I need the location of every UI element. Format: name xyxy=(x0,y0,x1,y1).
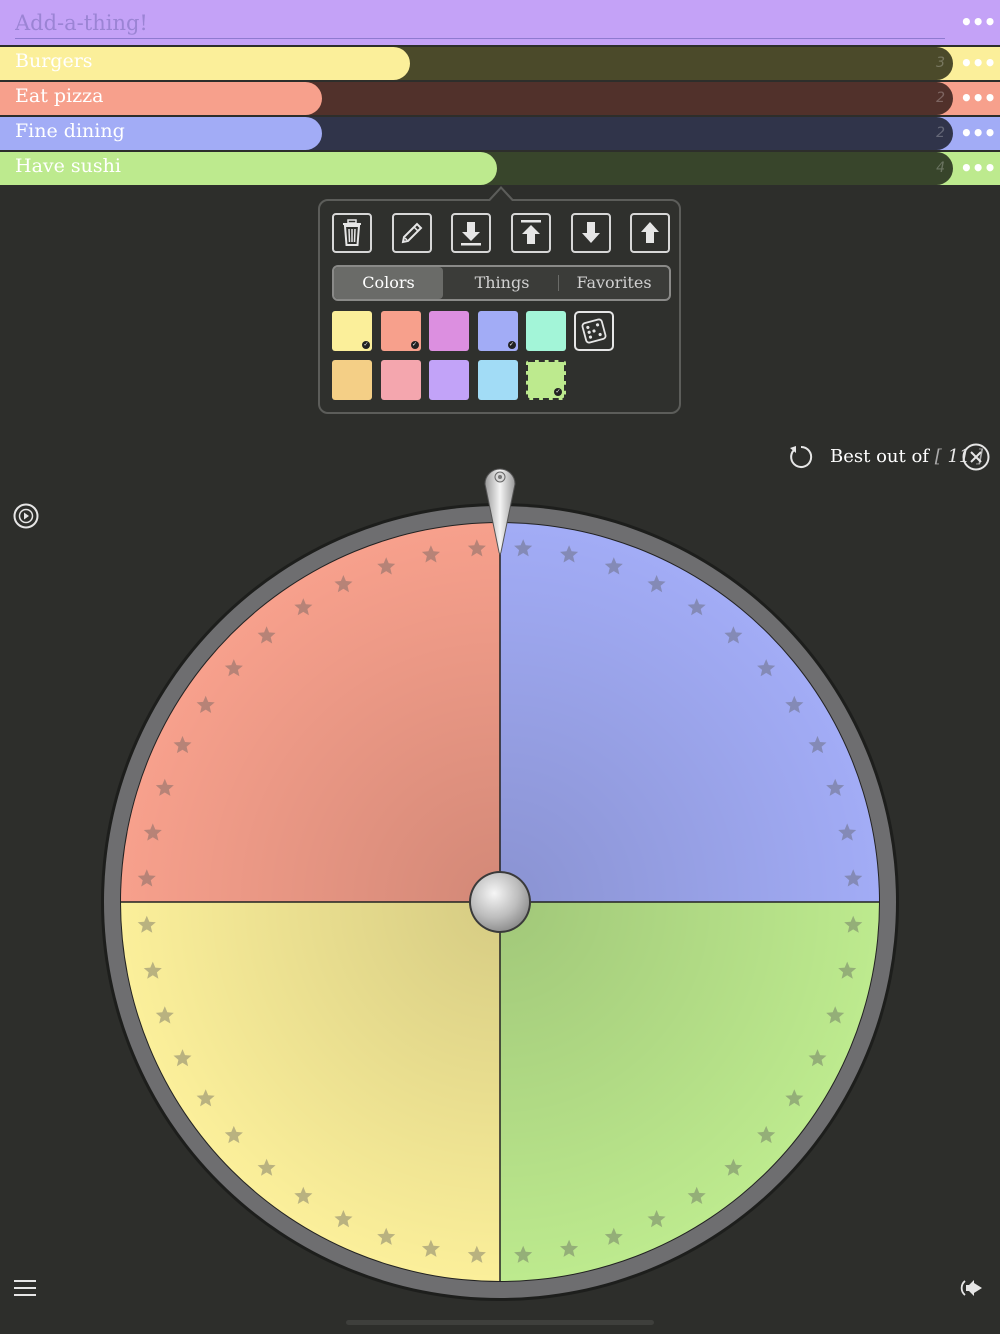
popover-arrow-inner xyxy=(490,189,512,201)
thing-label: Fine dining xyxy=(15,120,125,142)
trash-icon xyxy=(343,219,361,246)
add-thing-bar: ••• xyxy=(0,0,1000,45)
move-to-top-icon xyxy=(521,220,541,244)
thing-row[interactable]: Have sushi 4 ••• xyxy=(0,152,1000,185)
color-swatch[interactable]: ✓ xyxy=(332,311,372,351)
random-color-button[interactable] xyxy=(574,311,614,351)
more-options-icon[interactable]: ••• xyxy=(960,12,996,32)
thing-more-icon[interactable]: ••• xyxy=(960,88,996,108)
check-icon: ✓ xyxy=(410,341,419,349)
thing-more-icon[interactable]: ••• xyxy=(960,123,996,143)
tab-things[interactable]: Things xyxy=(446,267,558,299)
dice-icon xyxy=(581,318,607,344)
thing-row[interactable]: Fine dining 2 ••• xyxy=(0,117,1000,150)
move-to-bottom-button[interactable] xyxy=(451,213,491,253)
color-swatch[interactable] xyxy=(332,360,372,400)
color-swatch[interactable]: ✓ xyxy=(526,360,566,400)
thing-count: 4 xyxy=(936,160,945,176)
sound-icon[interactable] xyxy=(958,1274,990,1302)
check-icon: ✓ xyxy=(362,341,370,349)
thing-count: 2 xyxy=(936,125,945,141)
move-up-button[interactable] xyxy=(630,213,670,253)
tab-favorites[interactable]: Favorites xyxy=(559,267,669,299)
tab-colors[interactable]: Colors xyxy=(334,267,443,299)
thing-count: 3 xyxy=(936,55,945,71)
spin-wheel[interactable] xyxy=(100,460,900,1310)
thing-label: Eat pizza xyxy=(15,85,104,107)
color-swatch[interactable] xyxy=(429,360,469,400)
color-swatch[interactable] xyxy=(526,311,566,351)
move-up-icon xyxy=(641,222,659,243)
edit-popover: Colors Things Favorites ✓ ✓ ✓ ✓ xyxy=(318,199,681,414)
thing-row[interactable]: Eat pizza 2 ••• xyxy=(0,82,1000,115)
popover-tabs: Colors Things Favorites xyxy=(332,265,671,301)
thing-label: Have sushi xyxy=(15,155,121,177)
thing-row[interactable]: Burgers 3 ••• xyxy=(0,47,1000,80)
move-down-button[interactable] xyxy=(571,213,611,253)
color-swatch[interactable]: ✓ xyxy=(477,311,518,351)
menu-icon[interactable] xyxy=(12,1276,40,1300)
thing-more-icon[interactable]: ••• xyxy=(960,53,996,73)
edit-button[interactable] xyxy=(392,213,432,253)
color-swatch[interactable] xyxy=(429,311,469,351)
move-to-bottom-icon xyxy=(461,222,481,246)
pencil-icon xyxy=(401,222,423,244)
auto-spin-icon[interactable] xyxy=(11,501,41,531)
color-swatch[interactable] xyxy=(477,360,518,400)
move-to-top-button[interactable] xyxy=(511,213,551,253)
thing-label: Burgers xyxy=(15,50,93,72)
move-down-icon xyxy=(582,222,600,243)
thing-more-icon[interactable]: ••• xyxy=(960,158,996,178)
close-icon[interactable] xyxy=(961,442,991,472)
wheel-hub[interactable] xyxy=(471,873,529,931)
check-icon: ✓ xyxy=(554,388,562,396)
color-swatch[interactable]: ✓ xyxy=(380,311,421,351)
color-swatch[interactable] xyxy=(380,360,421,400)
add-thing-input[interactable] xyxy=(15,8,945,39)
check-icon: ✓ xyxy=(507,341,516,349)
home-indicator xyxy=(346,1320,654,1325)
trash-button[interactable] xyxy=(332,213,372,253)
thing-count: 2 xyxy=(936,90,945,106)
